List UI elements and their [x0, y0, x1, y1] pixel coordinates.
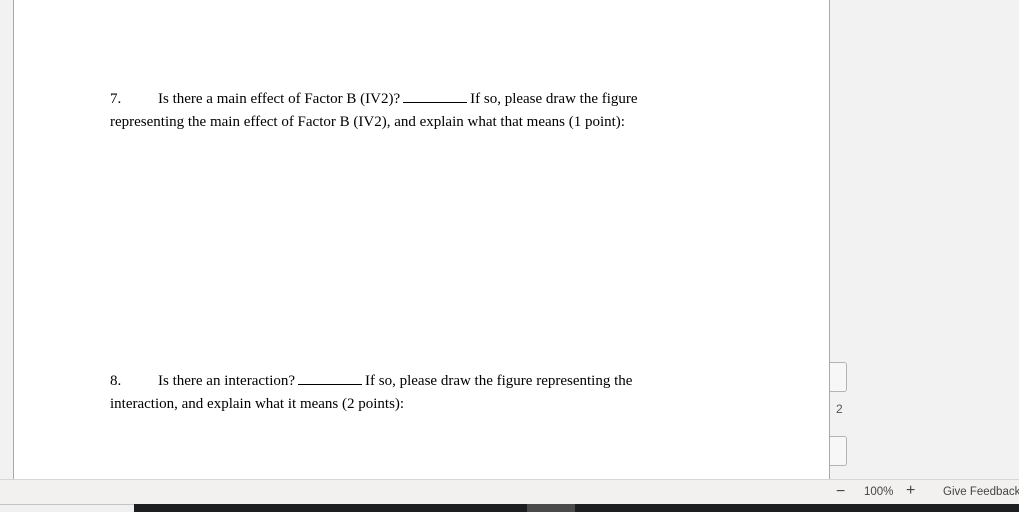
- question-8-line-1: 8. Is there an interaction? If so, please …: [110, 370, 632, 393]
- page-navigator-tab-previous[interactable]: [830, 362, 847, 392]
- question-text: If so, please draw the figure representi…: [365, 373, 633, 389]
- question-8-line-2: interaction, and explain what it means (…: [110, 396, 405, 412]
- page-navigator-tab-next[interactable]: [830, 436, 847, 466]
- taskbar-active-item[interactable]: [527, 504, 575, 512]
- question-text: Is there a main effect of Factor B (IV2)…: [158, 91, 401, 107]
- document-viewport: 7. Is there a main effect of Factor B (IV…: [0, 0, 1019, 479]
- status-bar: − 100% + Give Feedback: [0, 479, 1019, 504]
- answer-blank: [298, 372, 363, 385]
- answer-blank: [403, 90, 468, 103]
- question-number: 8.: [110, 373, 122, 389]
- give-feedback-link[interactable]: Give Feedback: [943, 486, 1019, 498]
- taskbar: [134, 504, 1019, 512]
- question-text: If so, please draw the figure: [470, 91, 638, 107]
- document-page-1: 7. Is there a main effect of Factor B (IV…: [13, 0, 830, 422]
- question-text: Is there an interaction?: [158, 373, 296, 389]
- question-7-line-2: representing the main effect of Factor B…: [110, 114, 625, 130]
- zoom-out-button[interactable]: −: [836, 483, 845, 501]
- question-7: 7. Is there a main effect of Factor B (IV…: [110, 88, 638, 134]
- zoom-level[interactable]: 100%: [864, 486, 893, 498]
- question-7-line-1: 7. Is there a main effect of Factor B (IV…: [110, 88, 638, 111]
- page-number-indicator: 2: [836, 402, 843, 416]
- taskbar-edge: [0, 504, 134, 512]
- document-page-2: [13, 421, 830, 479]
- question-8: 8. Is there an interaction? If so, please …: [110, 370, 632, 416]
- question-number: 7.: [110, 91, 122, 107]
- zoom-in-button[interactable]: +: [906, 482, 915, 500]
